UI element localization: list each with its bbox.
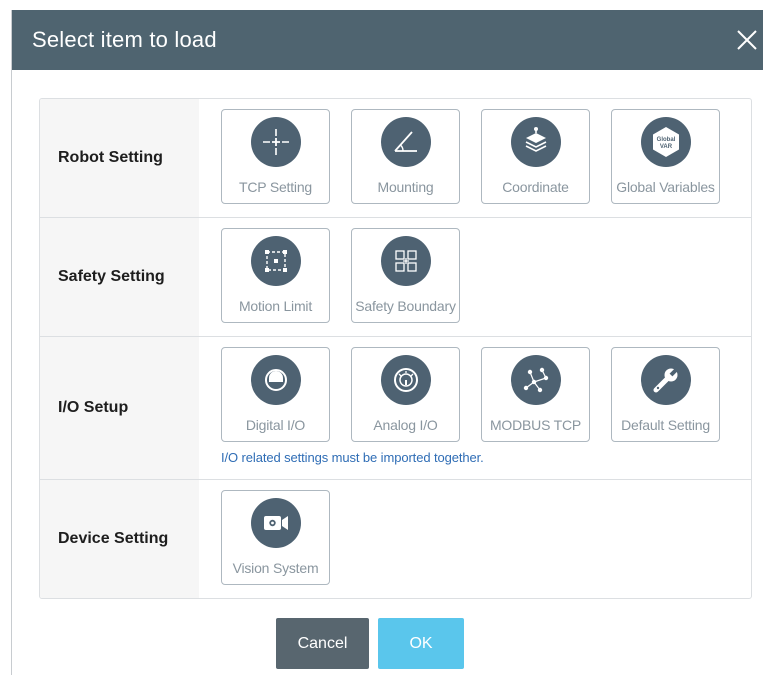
cancel-button[interactable]: Cancel <box>276 618 369 669</box>
tile-label: Mounting <box>377 179 434 195</box>
tile-safety-boundary[interactable]: Safety Boundary <box>351 228 460 323</box>
section-safety-setting: Safety Setting Motion Limit Safety Bound… <box>40 218 751 337</box>
tile-label: Vision System <box>232 560 319 576</box>
global-var-icon-text-2: VAR <box>659 144 672 150</box>
section-label: Robot Setting <box>40 99 199 217</box>
load-item-dialog: Select item to load Robot Setting TCP Se… <box>11 10 763 675</box>
section-label: Safety Setting <box>40 218 199 336</box>
tile-label: Default Setting <box>621 417 710 433</box>
tile-coordinate[interactable]: Coordinate <box>481 109 590 204</box>
tile-label: Coordinate <box>502 179 569 195</box>
tile-mounting[interactable]: Mounting <box>351 109 460 204</box>
global-var-icon: Global VAR <box>640 117 691 167</box>
section-label: I/O Setup <box>40 337 199 479</box>
safety-boundary-icon <box>380 236 431 286</box>
section-io-setup: I/O Setup Digital I/O Analog I/O MODBUS … <box>40 337 751 480</box>
section-robot-setting: Robot Setting TCP Setting Mounting Coord… <box>40 99 751 218</box>
tile-label: MODBUS TCP <box>489 417 582 433</box>
io-import-note: I/O related settings must be imported to… <box>221 450 484 465</box>
tile-label: Global Variables <box>616 179 715 195</box>
tile-tcp-setting[interactable]: TCP Setting <box>221 109 330 204</box>
items-panel: Robot Setting TCP Setting Mounting Coord… <box>39 98 752 599</box>
tile-default-setting[interactable]: Default Setting <box>611 347 720 442</box>
tile-label: TCP Setting <box>238 179 313 195</box>
section-label: Device Setting <box>40 480 199 598</box>
tile-vision-system[interactable]: Vision System <box>221 490 330 585</box>
tile-label: Safety Boundary <box>355 298 456 314</box>
tcp-icon <box>250 117 301 167</box>
tile-label: Motion Limit <box>238 298 313 314</box>
section-device-setting: Device Setting Vision System <box>40 480 751 598</box>
tile-label: Analog I/O <box>373 417 438 433</box>
dialog-titlebar: Select item to load <box>12 10 763 70</box>
tile-motion-limit[interactable]: Motion Limit <box>221 228 330 323</box>
mounting-angle-icon <box>380 117 431 167</box>
vision-camera-icon <box>250 498 301 548</box>
close-icon[interactable] <box>732 25 762 55</box>
tile-analog-io[interactable]: Analog I/O <box>351 347 460 442</box>
tile-label: Digital I/O <box>245 417 306 433</box>
global-var-icon-text-1: Global <box>656 137 675 143</box>
modbus-network-icon <box>510 355 561 405</box>
analog-io-icon <box>380 355 431 405</box>
ok-button[interactable]: OK <box>378 618 464 669</box>
digital-io-icon <box>250 355 301 405</box>
coordinate-icon <box>510 117 561 167</box>
tile-digital-io[interactable]: Digital I/O <box>221 347 330 442</box>
dialog-title: Select item to load <box>32 27 217 52</box>
wrench-icon <box>640 355 691 405</box>
motion-limit-icon <box>250 236 301 286</box>
tile-modbus-tcp[interactable]: MODBUS TCP <box>481 347 590 442</box>
dialog-buttons: Cancel OK <box>12 618 763 669</box>
tile-global-variables[interactable]: Global VAR Global Variables <box>611 109 720 204</box>
